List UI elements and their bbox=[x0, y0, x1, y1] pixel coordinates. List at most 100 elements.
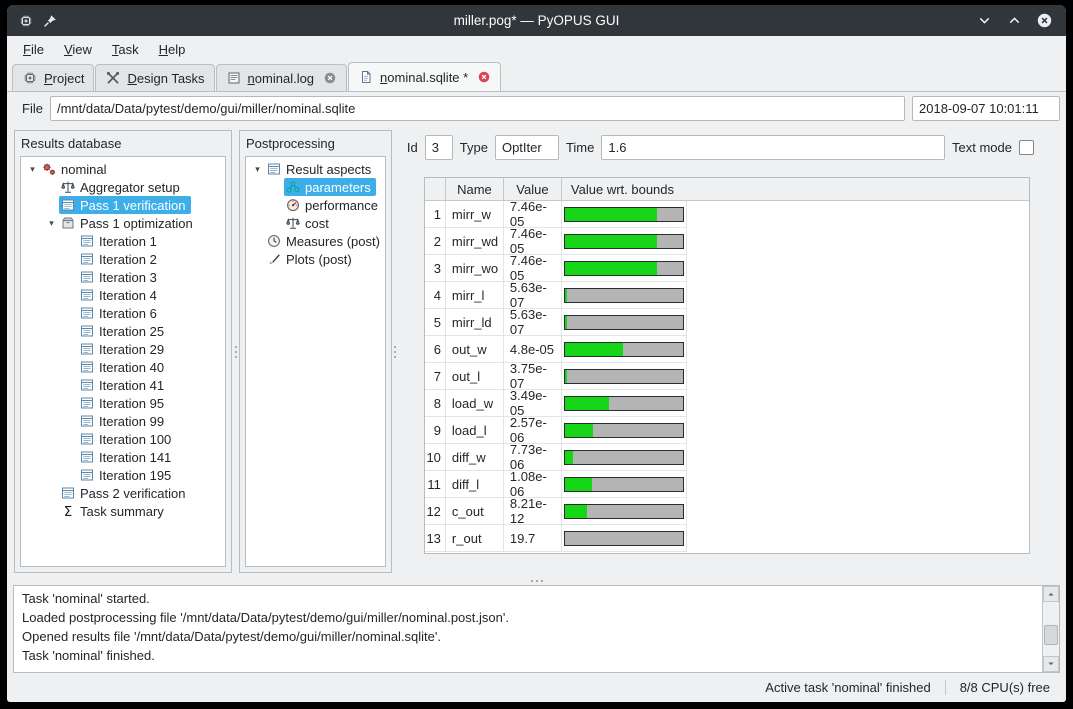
cell-name[interactable]: r_out bbox=[446, 525, 504, 551]
titlebar[interactable]: miller.pog* — PyOPUS GUI bbox=[7, 5, 1066, 36]
cell-name[interactable]: mirr_l bbox=[446, 282, 504, 308]
table-row[interactable]: 11diff_l1.08e-06 bbox=[425, 471, 687, 498]
results-item-iteration-195[interactable]: Iteration 195 bbox=[21, 466, 225, 484]
cell-name[interactable]: mirr_w bbox=[446, 201, 504, 227]
tab-close-icon[interactable] bbox=[477, 70, 491, 84]
table-row[interactable]: 5mirr_ld5.63e-07 bbox=[425, 309, 687, 336]
scroll-down-icon[interactable] bbox=[1043, 656, 1059, 672]
expander-icon[interactable]: ▾ bbox=[44, 218, 59, 229]
cell-name[interactable]: diff_w bbox=[446, 444, 504, 470]
close-button[interactable] bbox=[1036, 12, 1053, 29]
column-header-name[interactable]: Name bbox=[446, 178, 504, 200]
cell-value[interactable]: 8.21e-12 bbox=[504, 498, 562, 524]
table-row[interactable]: 2mirr_wd7.46e-05 bbox=[425, 228, 687, 255]
cell-bounds[interactable] bbox=[562, 444, 687, 470]
results-item-iteration-1[interactable]: Iteration 1 bbox=[21, 232, 225, 250]
cell-value[interactable]: 1.08e-06 bbox=[504, 471, 562, 497]
column-header-bounds[interactable]: Value wrt. bounds bbox=[562, 178, 1029, 200]
results-item-nominal[interactable]: ▾nominal bbox=[21, 160, 225, 178]
results-item-iteration-141[interactable]: Iteration 141 bbox=[21, 448, 225, 466]
results-item-pass-1-optimization[interactable]: ▾Pass 1 optimization bbox=[21, 214, 225, 232]
tab-close-icon[interactable] bbox=[323, 71, 337, 85]
results-item-iteration-40[interactable]: Iteration 40 bbox=[21, 358, 225, 376]
table-row[interactable]: 3mirr_wo7.46e-05 bbox=[425, 255, 687, 282]
cell-value[interactable]: 2.57e-06 bbox=[504, 417, 562, 443]
cell-value[interactable]: 5.63e-07 bbox=[504, 309, 562, 335]
tab-project[interactable]: Project bbox=[12, 64, 94, 91]
scrollbar-thumb[interactable] bbox=[1044, 625, 1058, 645]
results-item-iteration-25[interactable]: Iteration 25 bbox=[21, 322, 225, 340]
file-path-input[interactable] bbox=[50, 96, 905, 121]
cell-value[interactable]: 4.8e-05 bbox=[504, 336, 562, 362]
postprocessing-tree[interactable]: ▾Result aspectsparametersperformancecost… bbox=[245, 156, 386, 567]
cell-name[interactable]: diff_l bbox=[446, 471, 504, 497]
results-item-iteration-41[interactable]: Iteration 41 bbox=[21, 376, 225, 394]
cell-bounds[interactable] bbox=[562, 471, 687, 497]
log-scrollbar[interactable] bbox=[1042, 586, 1059, 672]
minimize-button[interactable] bbox=[976, 12, 993, 29]
table-row[interactable]: 1mirr_w7.46e-05 bbox=[425, 201, 687, 228]
menu-help[interactable]: Help bbox=[150, 39, 195, 60]
cell-bounds[interactable] bbox=[562, 282, 687, 308]
table-row[interactable]: 6out_w4.8e-05 bbox=[425, 336, 687, 363]
results-item-iteration-100[interactable]: Iteration 100 bbox=[21, 430, 225, 448]
results-item-pass-2-verification[interactable]: Pass 2 verification bbox=[21, 484, 225, 502]
expander-icon[interactable]: ▾ bbox=[250, 164, 265, 175]
table-row[interactable]: 10diff_w7.73e-06 bbox=[425, 444, 687, 471]
cell-bounds[interactable] bbox=[562, 363, 687, 389]
id-input[interactable] bbox=[425, 135, 453, 160]
post-item-result-aspects[interactable]: ▾Result aspects bbox=[246, 160, 385, 178]
expander-icon[interactable]: ▾ bbox=[25, 164, 40, 175]
post-item-plots-post[interactable]: Plots (post) bbox=[246, 250, 385, 268]
cell-value[interactable]: 19.7 bbox=[504, 525, 562, 551]
cell-name[interactable]: out_l bbox=[446, 363, 504, 389]
cell-name[interactable]: load_w bbox=[446, 390, 504, 416]
cell-name[interactable]: out_w bbox=[446, 336, 504, 362]
time-input[interactable] bbox=[601, 135, 945, 160]
post-item-parameters[interactable]: parameters bbox=[246, 178, 385, 196]
results-item-iteration-4[interactable]: Iteration 4 bbox=[21, 286, 225, 304]
cell-bounds[interactable] bbox=[562, 498, 687, 524]
menu-task[interactable]: Task bbox=[103, 39, 148, 60]
results-item-iteration-6[interactable]: Iteration 6 bbox=[21, 304, 225, 322]
cell-name[interactable]: mirr_ld bbox=[446, 309, 504, 335]
cell-bounds[interactable] bbox=[562, 228, 687, 254]
type-input[interactable] bbox=[495, 135, 559, 160]
cell-bounds[interactable] bbox=[562, 417, 687, 443]
log-output[interactable]: Task 'nominal' started.Loaded postproces… bbox=[14, 586, 1042, 672]
cell-value[interactable]: 5.63e-07 bbox=[504, 282, 562, 308]
post-item-performance[interactable]: performance bbox=[246, 196, 385, 214]
cell-value[interactable]: 7.46e-05 bbox=[504, 228, 562, 254]
results-item-aggregator-setup[interactable]: Aggregator setup bbox=[21, 178, 225, 196]
table-row[interactable]: 13r_out19.7 bbox=[425, 525, 687, 552]
results-item-iteration-95[interactable]: Iteration 95 bbox=[21, 394, 225, 412]
table-row[interactable]: 8load_w3.49e-05 bbox=[425, 390, 687, 417]
splitter-horizontal[interactable] bbox=[7, 576, 1066, 585]
cell-bounds[interactable] bbox=[562, 336, 687, 362]
cell-value[interactable]: 7.46e-05 bbox=[504, 201, 562, 227]
results-item-iteration-3[interactable]: Iteration 3 bbox=[21, 268, 225, 286]
results-item-pass-1-verification[interactable]: Pass 1 verification bbox=[21, 196, 225, 214]
results-item-iteration-99[interactable]: Iteration 99 bbox=[21, 412, 225, 430]
table-row[interactable]: 12c_out8.21e-12 bbox=[425, 498, 687, 525]
cell-name[interactable]: c_out bbox=[446, 498, 504, 524]
cell-value[interactable]: 7.73e-06 bbox=[504, 444, 562, 470]
cell-value[interactable]: 7.46e-05 bbox=[504, 255, 562, 281]
cell-value[interactable]: 3.49e-05 bbox=[504, 390, 562, 416]
post-item-cost[interactable]: cost bbox=[246, 214, 385, 232]
cell-bounds[interactable] bbox=[562, 201, 687, 227]
tab-nominal-log[interactable]: nominal.log bbox=[216, 64, 348, 91]
tab-nominal-sqlite[interactable]: nominal.sqlite * bbox=[348, 62, 501, 91]
scrollbar-track[interactable] bbox=[1043, 602, 1059, 656]
table-row[interactable]: 9load_l2.57e-06 bbox=[425, 417, 687, 444]
results-item-iteration-29[interactable]: Iteration 29 bbox=[21, 340, 225, 358]
cell-bounds[interactable] bbox=[562, 255, 687, 281]
table-row[interactable]: 7out_l3.75e-07 bbox=[425, 363, 687, 390]
splitter-left[interactable] bbox=[232, 130, 239, 573]
maximize-button[interactable] bbox=[1006, 12, 1023, 29]
results-item-iteration-2[interactable]: Iteration 2 bbox=[21, 250, 225, 268]
menu-file[interactable]: File bbox=[14, 39, 53, 60]
cell-bounds[interactable] bbox=[562, 525, 687, 551]
menu-view[interactable]: View bbox=[55, 39, 101, 60]
cell-name[interactable]: load_l bbox=[446, 417, 504, 443]
